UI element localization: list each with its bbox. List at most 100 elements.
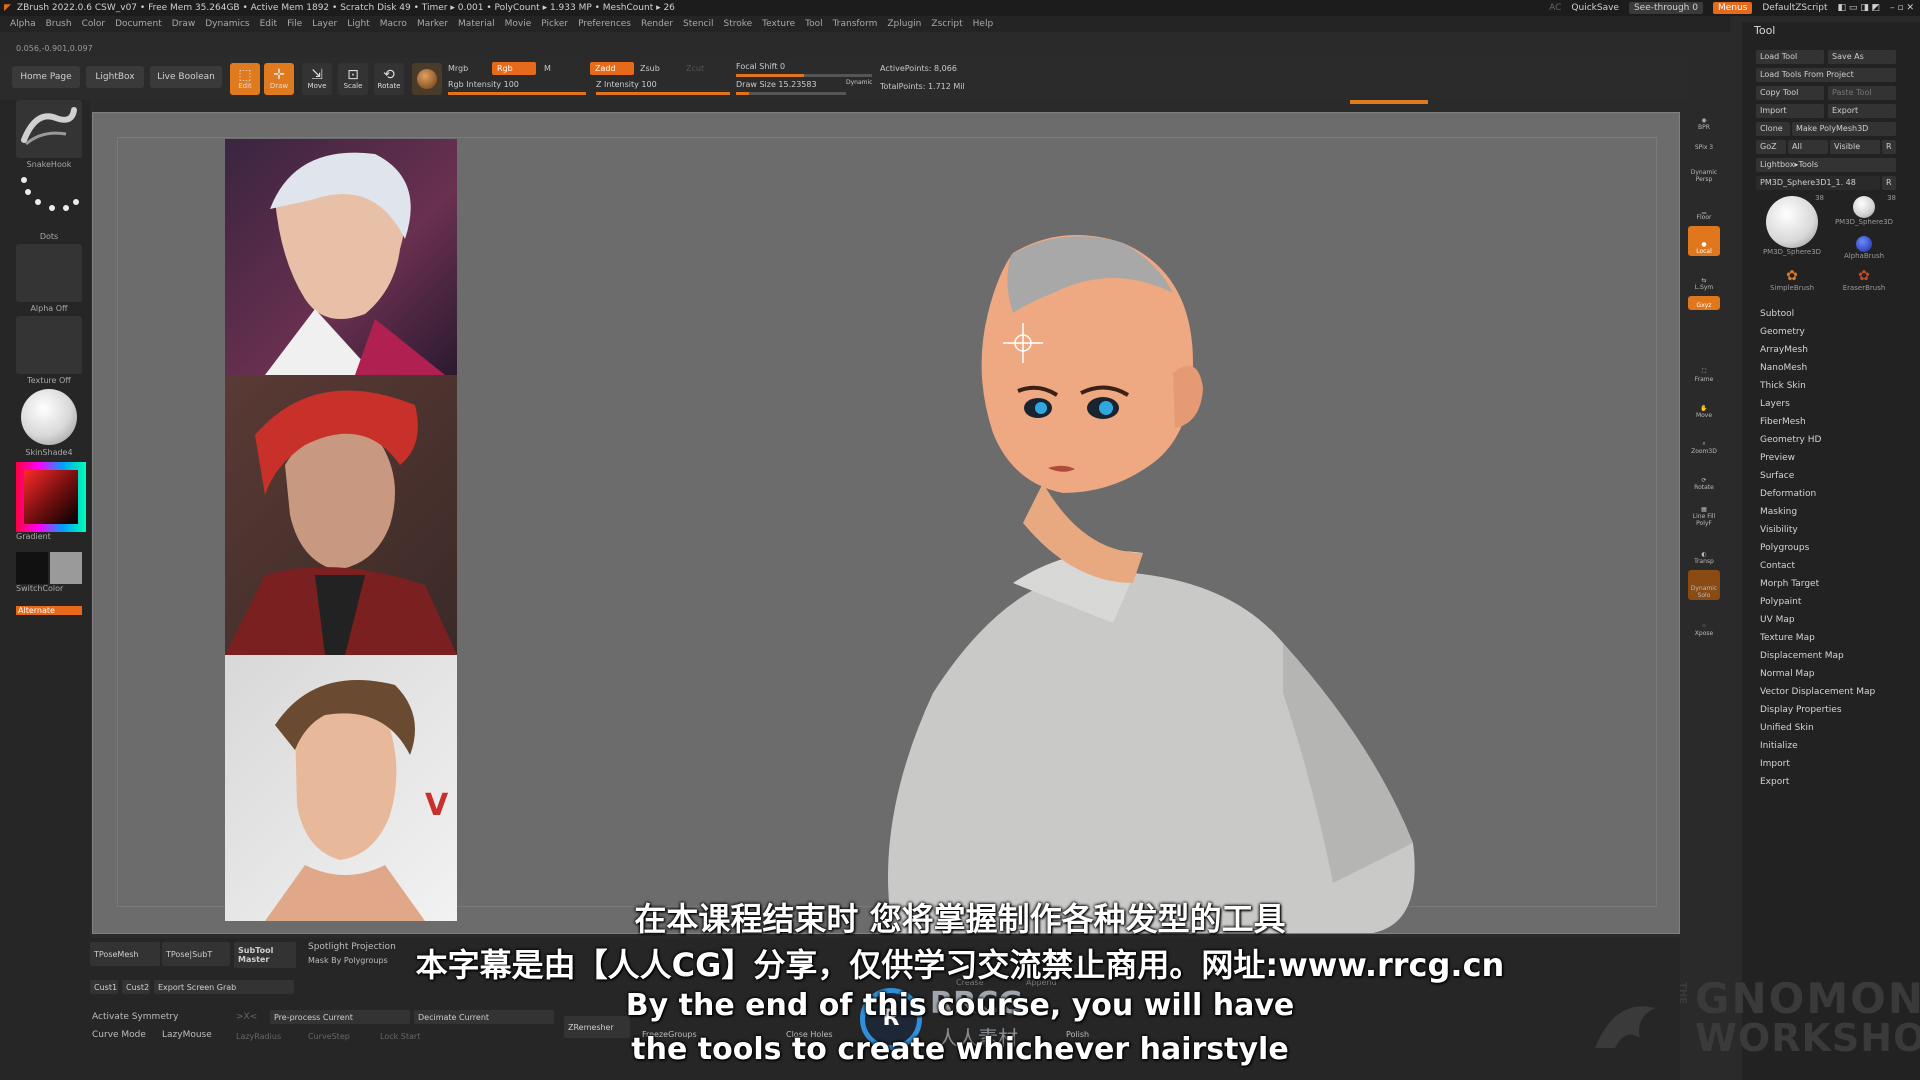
menu-dynamics[interactable]: Dynamics: [205, 19, 249, 29]
subpalette-surface[interactable]: Surface: [1760, 467, 1875, 485]
lightbox-tools-button[interactable]: Lightbox▸Tools: [1756, 158, 1896, 172]
menu-draw[interactable]: Draw: [172, 19, 196, 29]
import-button[interactable]: Import: [1756, 104, 1824, 118]
color-picker[interactable]: Gradient: [16, 462, 86, 541]
subpalette-nanomesh[interactable]: NanoMesh: [1760, 359, 1875, 377]
subpalette-arraymesh[interactable]: ArrayMesh: [1760, 341, 1875, 359]
rgb-intensity-slider[interactable]: Rgb Intensity 100: [448, 80, 586, 95]
scale-button[interactable]: ⊡ Scale: [338, 63, 368, 95]
reference-images-panel[interactable]: V: [225, 139, 457, 921]
primary-color-swatch[interactable]: [16, 552, 48, 584]
layout-icons[interactable]: ◧ ▭ ◨ ◩: [1838, 3, 1881, 13]
zcut-toggle[interactable]: Zcut: [686, 62, 704, 75]
menu-help[interactable]: Help: [973, 19, 994, 29]
subpalette-export[interactable]: Export: [1760, 773, 1875, 791]
lightbox-button[interactable]: LightBox: [86, 66, 144, 88]
subpalette-morph-target[interactable]: Morph Target: [1760, 575, 1875, 593]
move-view-button[interactable]: ✋ Move: [1688, 390, 1720, 420]
subpalette-layers[interactable]: Layers: [1760, 395, 1875, 413]
r-button[interactable]: R: [1882, 140, 1896, 154]
visible-button[interactable]: Visible: [1830, 140, 1880, 154]
quicksave-button[interactable]: QuickSave: [1571, 3, 1619, 13]
zadd-toggle[interactable]: Zadd: [590, 62, 634, 75]
home-page-button[interactable]: Home Page: [12, 66, 80, 88]
tool-thumb-2[interactable]: PM3D_Sphere3D 38: [1828, 194, 1900, 230]
lsym-button[interactable]: ⇆ L.Sym: [1688, 262, 1720, 292]
menu-document[interactable]: Document: [115, 19, 162, 29]
character-model[interactable]: [813, 223, 1513, 933]
subpalette-fibermesh[interactable]: FiberMesh: [1760, 413, 1875, 431]
current-tool-slider[interactable]: PM3D_Sphere3D1_1. 48: [1756, 176, 1880, 190]
texture-selector[interactable]: Texture Off: [16, 316, 82, 385]
menu-macro[interactable]: Macro: [380, 19, 407, 29]
make-polymesh-button[interactable]: Make PolyMesh3D: [1792, 122, 1896, 136]
focal-shift-slider[interactable]: Focal Shift 0: [736, 62, 872, 77]
goz-button[interactable]: GoZ: [1756, 140, 1786, 154]
zoom3d-button[interactable]: ⌕ Zoom3D: [1688, 426, 1720, 456]
copy-tool-button[interactable]: Copy Tool: [1756, 86, 1824, 100]
zsub-toggle[interactable]: Zsub: [640, 62, 660, 75]
brush-selector[interactable]: SnakeHook: [16, 100, 82, 169]
subpalette-display-properties[interactable]: Display Properties: [1760, 701, 1875, 719]
menu-tool[interactable]: Tool: [805, 19, 822, 29]
subpalette-thick-skin[interactable]: Thick Skin: [1760, 377, 1875, 395]
menu-movie[interactable]: Movie: [505, 19, 532, 29]
menu-material[interactable]: Material: [458, 19, 495, 29]
draw-size-slider[interactable]: Draw Size 15.23583: [736, 80, 846, 95]
subpalette-initialize[interactable]: Initialize: [1760, 737, 1875, 755]
see-through-slider[interactable]: See-through 0: [1628, 2, 1703, 14]
save-as-button[interactable]: Save As: [1828, 50, 1896, 64]
tool-thumb-3[interactable]: AlphaBrush: [1828, 234, 1900, 264]
tool-thumb-5[interactable]: ✿ EraserBrush: [1828, 268, 1900, 298]
switch-color[interactable]: SwitchColor: [16, 552, 82, 593]
menus-button[interactable]: Menus: [1712, 2, 1753, 14]
menu-stencil[interactable]: Stencil: [683, 19, 713, 29]
menu-texture[interactable]: Texture: [762, 19, 795, 29]
load-tools-from-project-button[interactable]: Load Tools From Project: [1756, 68, 1896, 82]
subpalette-polypaint[interactable]: Polypaint: [1760, 593, 1875, 611]
tool-thumb-1[interactable]: PM3D_Sphere3D 38: [1756, 194, 1828, 264]
menu-brush[interactable]: Brush: [46, 19, 72, 29]
transp-button[interactable]: ◐ Transp: [1688, 536, 1720, 566]
subpalette-import[interactable]: Import: [1760, 755, 1875, 773]
xpose-button[interactable]: ⁘ Xpose: [1688, 608, 1720, 638]
subpalette-deformation[interactable]: Deformation: [1760, 485, 1875, 503]
spix-button[interactable]: SPix 3: [1688, 136, 1720, 152]
menu-marker[interactable]: Marker: [417, 19, 448, 29]
bpr-button[interactable]: ◉ BPR: [1688, 102, 1720, 132]
paste-tool-button[interactable]: Paste Tool: [1828, 86, 1896, 100]
floor-button[interactable]: ▁ Floor: [1688, 192, 1720, 222]
move-button[interactable]: ⇲ Move: [302, 63, 332, 95]
window-controls[interactable]: – ▫ ✕: [1890, 3, 1914, 13]
m-toggle[interactable]: M: [544, 62, 551, 75]
local-button[interactable]: ● Local: [1688, 226, 1720, 256]
menu-layer[interactable]: Layer: [312, 19, 337, 29]
clone-button[interactable]: Clone: [1756, 122, 1790, 136]
solo-button[interactable]: Dynamic Solo: [1688, 570, 1720, 600]
alternate-button[interactable]: Alternate: [16, 606, 82, 615]
live-boolean-button[interactable]: Live Boolean: [150, 66, 222, 88]
subpalette-uv-map[interactable]: UV Map: [1760, 611, 1875, 629]
mrgb-toggle[interactable]: Mrgb: [448, 62, 468, 75]
subpalette-preview[interactable]: Preview: [1760, 449, 1875, 467]
subpalette-polygroups[interactable]: Polygroups: [1760, 539, 1875, 557]
draw-button[interactable]: ✛ Draw: [264, 63, 294, 95]
menu-edit[interactable]: Edit: [260, 19, 277, 29]
material-selector[interactable]: SkinShade4: [16, 388, 82, 457]
load-tool-button[interactable]: Load Tool: [1756, 50, 1824, 64]
subpalette-displacement-map[interactable]: Displacement Map: [1760, 647, 1875, 665]
reference-image-3[interactable]: V: [225, 655, 457, 921]
edit-button[interactable]: ⬚ Edit: [230, 63, 260, 95]
subpalette-visibility[interactable]: Visibility: [1760, 521, 1875, 539]
rgb-toggle[interactable]: Rgb: [492, 62, 536, 75]
menu-preferences[interactable]: Preferences: [578, 19, 631, 29]
frame-button[interactable]: ⛶ Frame: [1688, 354, 1720, 384]
menu-alpha[interactable]: Alpha: [10, 19, 36, 29]
subpalette-unified-skin[interactable]: Unified Skin: [1760, 719, 1875, 737]
persp-button[interactable]: Dynamic Persp: [1688, 154, 1720, 184]
subpalette-geometry-hd[interactable]: Geometry HD: [1760, 431, 1875, 449]
alpha-selector[interactable]: Alpha Off: [16, 244, 82, 313]
menu-transform[interactable]: Transform: [833, 19, 878, 29]
all-button[interactable]: All: [1788, 140, 1828, 154]
r2-button[interactable]: R: [1882, 176, 1896, 190]
